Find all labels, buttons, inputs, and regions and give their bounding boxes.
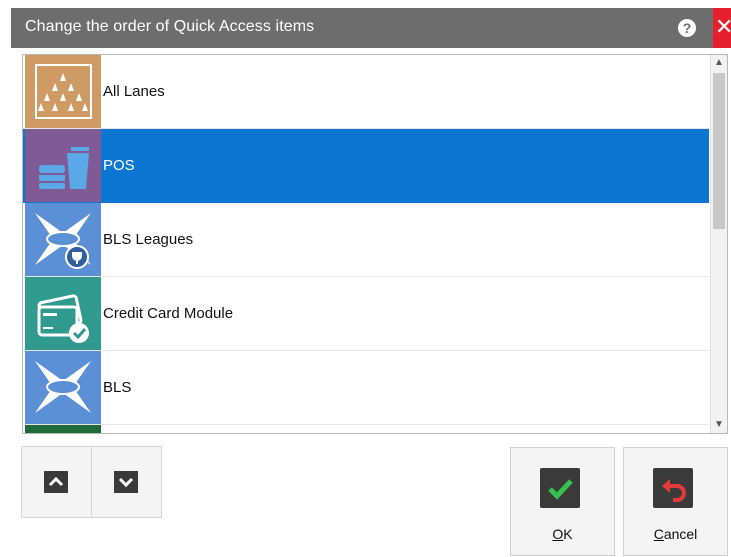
list-item-label: POS bbox=[103, 157, 135, 174]
list-item-label: All Lanes bbox=[103, 83, 165, 100]
credit-card-icon bbox=[25, 277, 101, 350]
move-up-button[interactable] bbox=[21, 446, 92, 518]
partial-list-item bbox=[25, 425, 101, 433]
close-icon: ✕ bbox=[715, 14, 731, 39]
checkmark-icon bbox=[540, 468, 580, 508]
move-down-button[interactable] bbox=[91, 446, 162, 518]
undo-icon bbox=[653, 468, 693, 508]
chevron-up-icon bbox=[44, 471, 68, 493]
close-button[interactable]: ✕ bbox=[713, 8, 731, 48]
cancel-label: Cancel bbox=[653, 526, 698, 542]
list-item[interactable]: BLS bbox=[23, 351, 709, 425]
pos-food-icon bbox=[25, 129, 101, 202]
ok-button[interactable]: OK bbox=[510, 447, 615, 556]
help-icon[interactable]: ? bbox=[678, 19, 696, 37]
bls-icon bbox=[25, 351, 101, 424]
list-item-label: BLS Leagues bbox=[103, 231, 194, 248]
quick-access-list[interactable]: All Lanes POS BLS Leagues Credit Card Mo… bbox=[22, 54, 728, 434]
cancel-button[interactable]: Cancel bbox=[623, 447, 728, 556]
list-scrollbar[interactable]: ▲ ▼ bbox=[710, 55, 727, 433]
list-item-label: BLS bbox=[103, 379, 132, 396]
dialog-title: Change the order of Quick Access items bbox=[25, 18, 315, 35]
list-item-label: Credit Card Module bbox=[103, 305, 234, 322]
list-item[interactable]: BLS Leagues bbox=[23, 203, 709, 277]
list-item[interactable]: All Lanes bbox=[23, 55, 709, 129]
dialog-titlebar: Change the order of Quick Access items ?… bbox=[11, 8, 731, 48]
bowling-pins-icon bbox=[25, 55, 101, 128]
bls-leagues-icon bbox=[25, 203, 101, 276]
scroll-down-icon[interactable]: ▼ bbox=[711, 417, 727, 433]
list-item-selected[interactable]: POS bbox=[23, 129, 709, 203]
list-item[interactable]: Credit Card Module bbox=[23, 277, 709, 351]
scroll-up-icon[interactable]: ▲ bbox=[711, 55, 727, 71]
ok-label: OK bbox=[552, 526, 573, 542]
scroll-thumb[interactable] bbox=[713, 73, 725, 229]
chevron-down-icon bbox=[114, 471, 138, 493]
